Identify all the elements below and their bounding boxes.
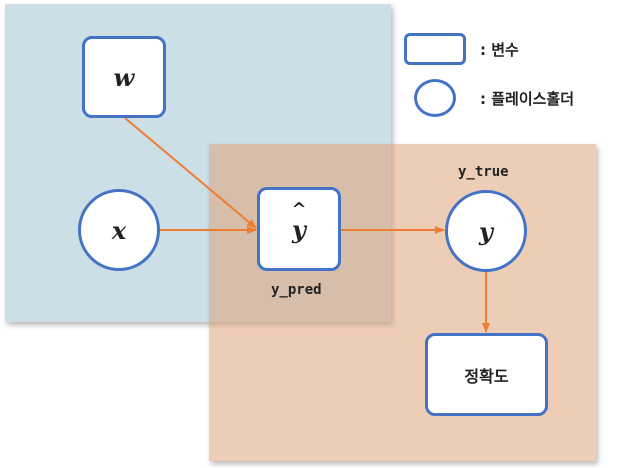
node-w-label: w <box>113 62 135 92</box>
node-y: y <box>445 190 527 272</box>
node-y-label: y <box>479 216 493 246</box>
node-accuracy: 정확도 <box>425 333 548 416</box>
node-x: x <box>78 189 160 271</box>
legend-placeholder-icon <box>414 79 456 117</box>
node-y-hat-label: ^ y <box>291 200 306 244</box>
y-pred-label: y_pred <box>271 282 322 298</box>
legend-variable-icon <box>404 33 466 65</box>
node-accuracy-label: 정확도 <box>464 366 509 386</box>
y-true-label: y_true <box>458 164 509 180</box>
legend-variable-text: : 변수 <box>480 41 519 59</box>
legend-placeholder-text: : 플레이스홀더 <box>480 90 575 108</box>
node-w: w <box>82 36 166 118</box>
node-x-label: x <box>111 215 127 245</box>
node-y-hat: ^ y <box>257 187 341 271</box>
hat-accent: ^ <box>291 198 307 220</box>
